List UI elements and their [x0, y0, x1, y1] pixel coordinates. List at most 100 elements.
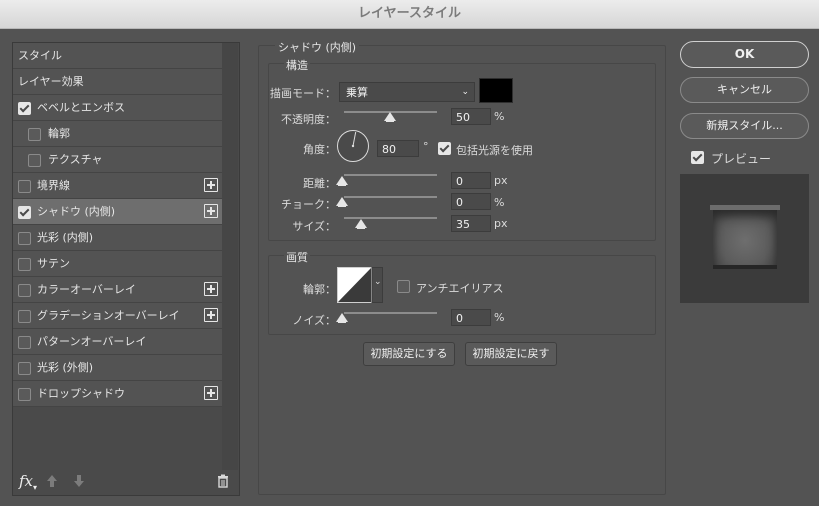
sidebar-item-label: テクスチャ [48, 153, 103, 166]
sidebar-item-checkbox[interactable] [18, 362, 31, 375]
add-effect-icon[interactable] [204, 386, 218, 400]
sidebar-item-label: グラデーションオーバーレイ [37, 309, 180, 322]
fx-label: fx [19, 472, 34, 490]
sidebar-item-checkbox[interactable] [18, 336, 31, 349]
sidebar-item-label: スタイル [18, 49, 62, 62]
noise-input[interactable]: 0 [451, 309, 491, 326]
sidebar-item[interactable]: 境界線 [13, 173, 222, 199]
distance-slider-track[interactable] [344, 174, 437, 176]
ok-button[interactable]: OK [680, 41, 809, 68]
angle-input[interactable]: 80 [377, 140, 419, 157]
opacity-slider-thumb[interactable] [384, 112, 396, 122]
chevron-down-icon: ⌄ [461, 87, 469, 97]
sidebar-item[interactable]: カラーオーバーレイ [13, 277, 222, 303]
distance-input[interactable]: 0 [451, 172, 491, 189]
sidebar-item-label: カラーオーバーレイ [37, 283, 136, 296]
contour-picker[interactable]: ⌄ [337, 267, 383, 303]
blend-mode-select[interactable]: 乗算 ⌄ [339, 82, 475, 102]
shadow-color-swatch[interactable] [479, 78, 513, 103]
distance-slider-thumb[interactable] [336, 176, 348, 186]
distance-value: 0 [456, 175, 463, 188]
window-titlebar: レイヤースタイル [0, 0, 819, 29]
sidebar-item-checkbox[interactable] [18, 258, 31, 271]
sidebar-item[interactable]: パターンオーバーレイ [13, 329, 222, 355]
sidebar-item[interactable]: シャドウ (内側) [13, 199, 222, 225]
sidebar-item-label: 光彩 (外側) [37, 361, 94, 374]
sidebar-item-label: 境界線 [37, 179, 70, 192]
sidebar-item[interactable]: ベベルとエンボス [13, 95, 222, 121]
opacity-value: 50 [456, 111, 470, 124]
style-list-scrollbar[interactable] [222, 43, 238, 470]
sidebar-item-label: 光彩 (内側) [37, 231, 94, 244]
size-input[interactable]: 35 [451, 215, 491, 232]
size-label: サイズ： [292, 220, 336, 233]
reset-default-button[interactable]: 初期設定に戻す [465, 342, 557, 366]
sidebar-item[interactable]: ドロップシャドウ [13, 381, 222, 407]
choke-label: チョーク： [281, 198, 336, 211]
preview-label[interactable]: プレビュー [711, 150, 771, 167]
make-default-button[interactable]: 初期設定にする [363, 342, 455, 366]
sidebar-item-label: レイヤー効果 [18, 75, 84, 88]
noise-slider-track[interactable] [344, 312, 437, 314]
blend-mode-label: 描画モード： [270, 87, 336, 100]
angle-value: 80 [382, 143, 396, 156]
sidebar-item[interactable]: 光彩 (内側) [13, 225, 222, 251]
noise-label: ノイズ： [292, 314, 336, 327]
sidebar-item[interactable]: 輪郭 [13, 121, 222, 147]
antialias-label[interactable]: アンチエイリアス [416, 280, 504, 296]
choke-slider-thumb[interactable] [336, 197, 348, 207]
add-effect-icon[interactable] [204, 178, 218, 192]
opacity-input[interactable]: 50 [451, 108, 491, 125]
sidebar-item-checkbox[interactable] [18, 388, 31, 401]
sidebar-item-checkbox[interactable] [18, 180, 31, 193]
sidebar-item-label: パターンオーバーレイ [37, 335, 147, 348]
blend-mode-value: 乗算 [346, 86, 368, 99]
structure-title: 構造 [284, 57, 310, 73]
sidebar-item-checkbox[interactable] [18, 284, 31, 297]
add-effect-icon[interactable] [204, 308, 218, 322]
sidebar-item[interactable]: スタイル [13, 43, 222, 69]
sidebar-item[interactable]: グラデーションオーバーレイ [13, 303, 222, 329]
size-value: 35 [456, 218, 470, 231]
choke-value: 0 [456, 196, 463, 209]
global-light-checkbox[interactable] [438, 142, 451, 155]
size-slider-thumb[interactable] [355, 219, 367, 229]
antialias-checkbox[interactable] [397, 280, 410, 293]
noise-slider-thumb[interactable] [336, 313, 348, 323]
opacity-label: 不透明度： [281, 113, 336, 126]
sidebar-item-label: シャドウ (内側) [37, 205, 116, 218]
sidebar-item-checkbox[interactable] [28, 154, 41, 167]
noise-unit: % [494, 311, 505, 324]
new-style-button[interactable]: 新規スタイル... [680, 113, 809, 139]
chevron-down-icon: ⌄ [374, 277, 382, 287]
sidebar-item[interactable]: サテン [13, 251, 222, 277]
sidebar-item[interactable]: 光彩 (外側) [13, 355, 222, 381]
size-unit: px [494, 217, 508, 230]
sidebar-item-label: サテン [37, 257, 70, 270]
opacity-unit: % [494, 110, 505, 123]
trash-icon[interactable] [217, 474, 229, 491]
sidebar-item-label: ドロップシャドウ [37, 387, 125, 400]
fx-button[interactable]: fx▾ [19, 472, 37, 492]
sidebar-item-label: ベベルとエンボス [37, 101, 125, 114]
choke-input[interactable]: 0 [451, 193, 491, 210]
arrow-down-icon[interactable] [73, 474, 85, 491]
sidebar-item[interactable]: テクスチャ [13, 147, 222, 173]
sidebar-item-checkbox[interactable] [18, 232, 31, 245]
arrow-up-icon[interactable] [46, 474, 58, 491]
global-light-label[interactable]: 包括光源を使用 [456, 142, 533, 158]
sidebar-item-checkbox[interactable] [18, 310, 31, 323]
sidebar-item[interactable]: レイヤー効果 [13, 69, 222, 95]
choke-slider-track[interactable] [344, 196, 437, 198]
cancel-button[interactable]: キャンセル [680, 77, 809, 103]
preview-checkbox[interactable] [691, 151, 704, 164]
add-effect-icon[interactable] [204, 282, 218, 296]
sidebar-item-checkbox[interactable] [28, 128, 41, 141]
sidebar-item-checkbox[interactable] [18, 102, 31, 115]
angle-dial[interactable] [336, 129, 370, 163]
distance-unit: px [494, 174, 508, 187]
sidebar-item-checkbox[interactable] [18, 206, 31, 219]
add-effect-icon[interactable] [204, 204, 218, 218]
sidebar-item-label: 輪郭 [48, 127, 70, 140]
inner-shadow-title: シャドウ (内側) [275, 39, 360, 55]
